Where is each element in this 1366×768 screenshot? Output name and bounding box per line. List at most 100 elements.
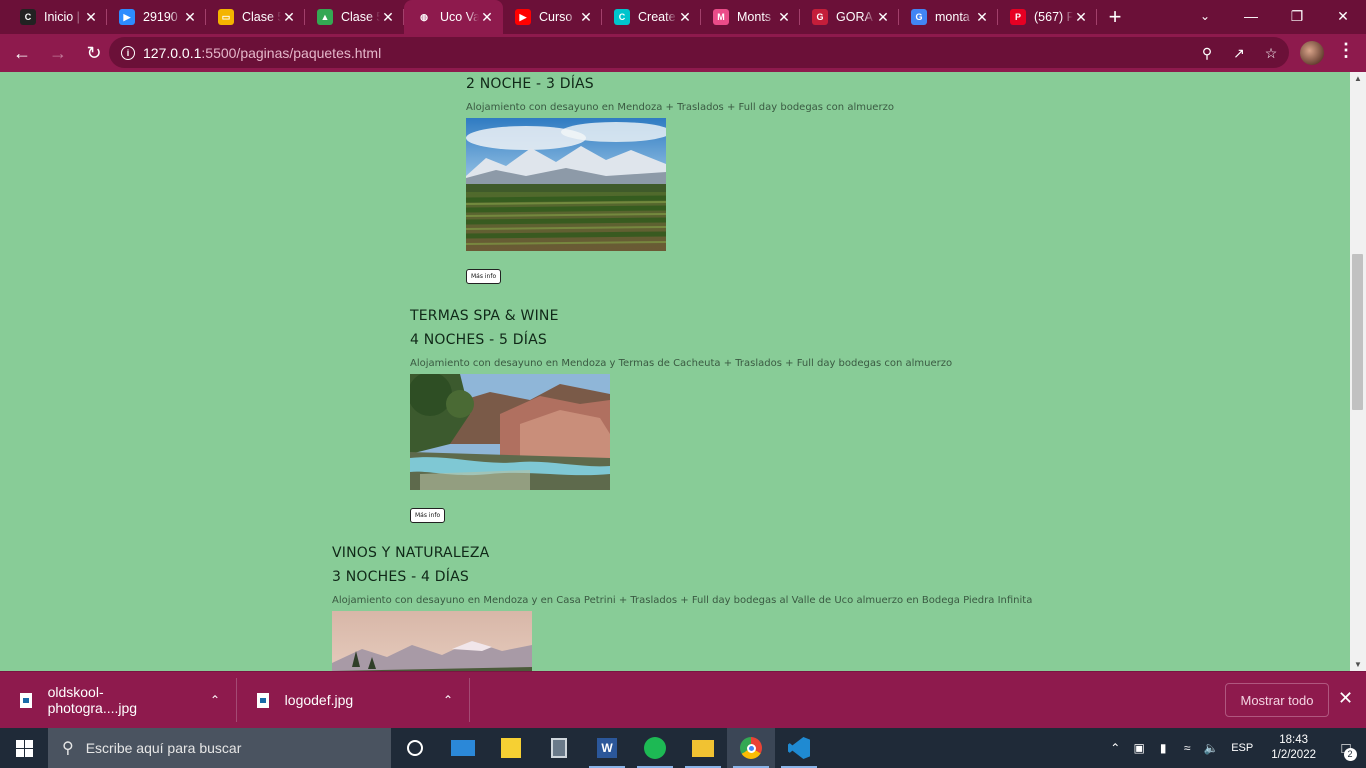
new-tab-button[interactable]: +	[1097, 0, 1133, 34]
vineyard-photo	[465, 118, 671, 251]
url-path: :5500/paginas/paquetes.html	[201, 44, 382, 61]
system-tray: ⌃ ▣ ▮ ≈ 🔈 ESP 18:43 1/2/2022 □ 2	[1103, 728, 1366, 768]
tab-title: Monts	[737, 10, 772, 24]
word-icon[interactable]: W	[583, 728, 631, 768]
browser-tab[interactable]: ◍ Uco Va ✕	[404, 0, 503, 34]
downloads-bar: oldskool-photogra....jpg ⌃ logodef.jpg ⌃…	[0, 671, 1366, 728]
mail-icon[interactable]	[439, 728, 487, 768]
close-tab-icon[interactable]: ✕	[578, 9, 594, 25]
vscode-icon[interactable]	[775, 728, 823, 768]
reload-icon[interactable]: ↻	[78, 37, 110, 69]
sticky-notes-icon[interactable]	[487, 728, 535, 768]
window-controls: — ❐ ✕	[1228, 0, 1366, 34]
package-duration: 2 NOCHE - 3 DÍAS	[466, 76, 594, 92]
tab-search-chevron-icon[interactable]: ⌄	[1189, 0, 1221, 32]
browser-tab[interactable]: C Inicio | ✕	[8, 0, 107, 34]
clock[interactable]: 18:43 1/2/2022	[1261, 733, 1326, 763]
tab-title: Clase 5	[341, 10, 380, 24]
share-icon[interactable]: ↗	[1227, 41, 1251, 65]
scrollbar-thumb[interactable]	[1352, 254, 1363, 410]
browser-tab[interactable]: Gmonta ✕	[899, 0, 998, 34]
browser-tab[interactable]: M Monts ✕	[701, 0, 800, 34]
more-info-button[interactable]: Más info	[466, 269, 502, 284]
close-tab-icon[interactable]: ✕	[182, 9, 198, 25]
close-tab-icon[interactable]: ✕	[380, 9, 396, 25]
download-item[interactable]: oldskool-photogra....jpg ⌃	[0, 678, 237, 722]
close-tab-icon[interactable]: ✕	[974, 9, 990, 25]
bookmark-star-icon[interactable]: ☆	[1259, 41, 1283, 65]
show-all-downloads-button[interactable]: Mostrar todo	[1225, 683, 1329, 717]
minimize-icon[interactable]: —	[1228, 0, 1274, 32]
close-window-icon[interactable]: ✕	[1320, 0, 1366, 32]
volume-icon[interactable]: 🔈	[1199, 741, 1223, 755]
forward-arrow-icon[interactable]: →	[42, 37, 74, 69]
tab-title: Inicio |	[44, 10, 80, 24]
calculator-icon[interactable]	[535, 728, 583, 768]
package-duration: 3 NOCHES - 4 DÍAS	[332, 569, 469, 585]
meet-now-icon[interactable]: ▣	[1127, 741, 1151, 755]
download-filename: logodef.jpg	[284, 692, 354, 708]
clock-date: 1/2/2022	[1271, 749, 1316, 761]
url-host: 127.0.0.1	[143, 44, 202, 61]
chevron-up-icon[interactable]: ⌃	[443, 693, 453, 707]
windows-taskbar: ⚲ Escribe aquí para buscar W ⌃ ▣ ▮ ≈ 🔈 E…	[0, 728, 1366, 768]
more-info-button[interactable]: Más info	[410, 508, 446, 523]
site-info-icon[interactable]: i	[121, 45, 135, 60]
tab-title: Uco Va	[440, 10, 479, 24]
notification-center-icon[interactable]: □ 2	[1326, 740, 1366, 761]
close-tab-icon[interactable]: ✕	[677, 9, 693, 25]
profile-avatar[interactable]	[1300, 41, 1324, 65]
close-downloads-icon[interactable]: ✕	[1338, 688, 1353, 709]
back-arrow-icon[interactable]: ←	[6, 37, 38, 69]
browser-tab[interactable]: ▭ Clase 5 ✕	[206, 0, 305, 34]
clock-time: 18:43	[1279, 734, 1308, 746]
browser-tab[interactable]: ▲ Clase 5 ✕	[305, 0, 404, 34]
browser-tab[interactable]: ▶ Curso ✕	[503, 0, 602, 34]
task-view-icon[interactable]	[391, 728, 439, 768]
spotify-icon[interactable]	[631, 728, 679, 768]
close-tab-icon[interactable]: ✕	[479, 9, 495, 25]
browser-tab[interactable]: P (567) F ✕	[998, 0, 1097, 34]
tab-title: Clase 5	[242, 10, 281, 24]
close-tab-icon[interactable]: ✕	[1073, 9, 1089, 25]
restore-icon[interactable]: ❐	[1274, 0, 1320, 32]
battery-icon[interactable]: ▮	[1151, 741, 1175, 755]
dribbble-icon: M	[713, 9, 729, 25]
file-explorer-icon[interactable]	[679, 728, 727, 768]
chevron-up-icon[interactable]: ⌃	[210, 693, 220, 707]
browser-tab[interactable]: ▶ 29190 ✕	[107, 0, 206, 34]
package-card: VINOS Y NATURALEZA 3 NOCHES - 4 DÍAS Alo…	[332, 541, 1032, 671]
chrome-icon[interactable]	[727, 728, 775, 768]
tab-title: GORA	[836, 10, 873, 24]
wifi-icon[interactable]: ≈	[1175, 741, 1199, 755]
canva-icon: C	[614, 9, 630, 25]
language-indicator[interactable]: ESP	[1223, 742, 1261, 754]
package-description: Alojamiento con desayuno en Mendoza + Tr…	[466, 102, 894, 113]
zoom-icon[interactable]: ⚲	[1195, 41, 1219, 65]
tab-strip: C Inicio | ✕ ▶ 29190 ✕ ▭ Clase 5 ✕ ▲ Clase 5 ✕ ◍ Uco …	[0, 0, 1366, 34]
hot-springs-photo	[408, 372, 610, 490]
kebab-menu-icon[interactable]: ⋮	[1336, 40, 1356, 66]
windows-logo-icon	[15, 739, 33, 757]
google-icon: G	[911, 9, 927, 25]
package-card: 2 NOCHE - 3 DÍAS Alojamiento con desayun…	[465, 72, 894, 284]
image-file-icon	[20, 692, 32, 708]
browser-tab[interactable]: C Create ✕	[602, 0, 701, 34]
download-item[interactable]: logodef.jpg ⌃	[237, 678, 470, 722]
scroll-up-arrow-icon[interactable]: ▲	[1354, 74, 1362, 83]
drive-icon: ▲	[317, 9, 333, 25]
web-page: 2 NOCHE - 3 DÍAS Alojamiento con desayun…	[0, 72, 1350, 671]
address-bar[interactable]: i 127.0.0.1:5500/paginas/paquetes.html ⚲…	[109, 37, 1289, 68]
browser-tab[interactable]: G GORA ✕	[800, 0, 899, 34]
close-tab-icon[interactable]: ✕	[875, 9, 891, 25]
show-hidden-icons-chevron-icon[interactable]: ⌃	[1103, 741, 1127, 755]
taskbar-search-placeholder: Escribe aquí para buscar	[85, 740, 242, 756]
close-tab-icon[interactable]: ✕	[776, 9, 792, 25]
scroll-down-arrow-icon[interactable]: ▼	[1354, 660, 1362, 669]
close-tab-icon[interactable]: ✕	[83, 9, 99, 25]
page-scrollbar[interactable]: ▲ ▼	[1350, 72, 1366, 671]
taskbar-search-box[interactable]: ⚲ Escribe aquí para buscar	[48, 728, 391, 768]
close-tab-icon[interactable]: ✕	[281, 9, 297, 25]
windows-start-button[interactable]	[0, 728, 48, 768]
tab-title: Create	[638, 10, 676, 24]
